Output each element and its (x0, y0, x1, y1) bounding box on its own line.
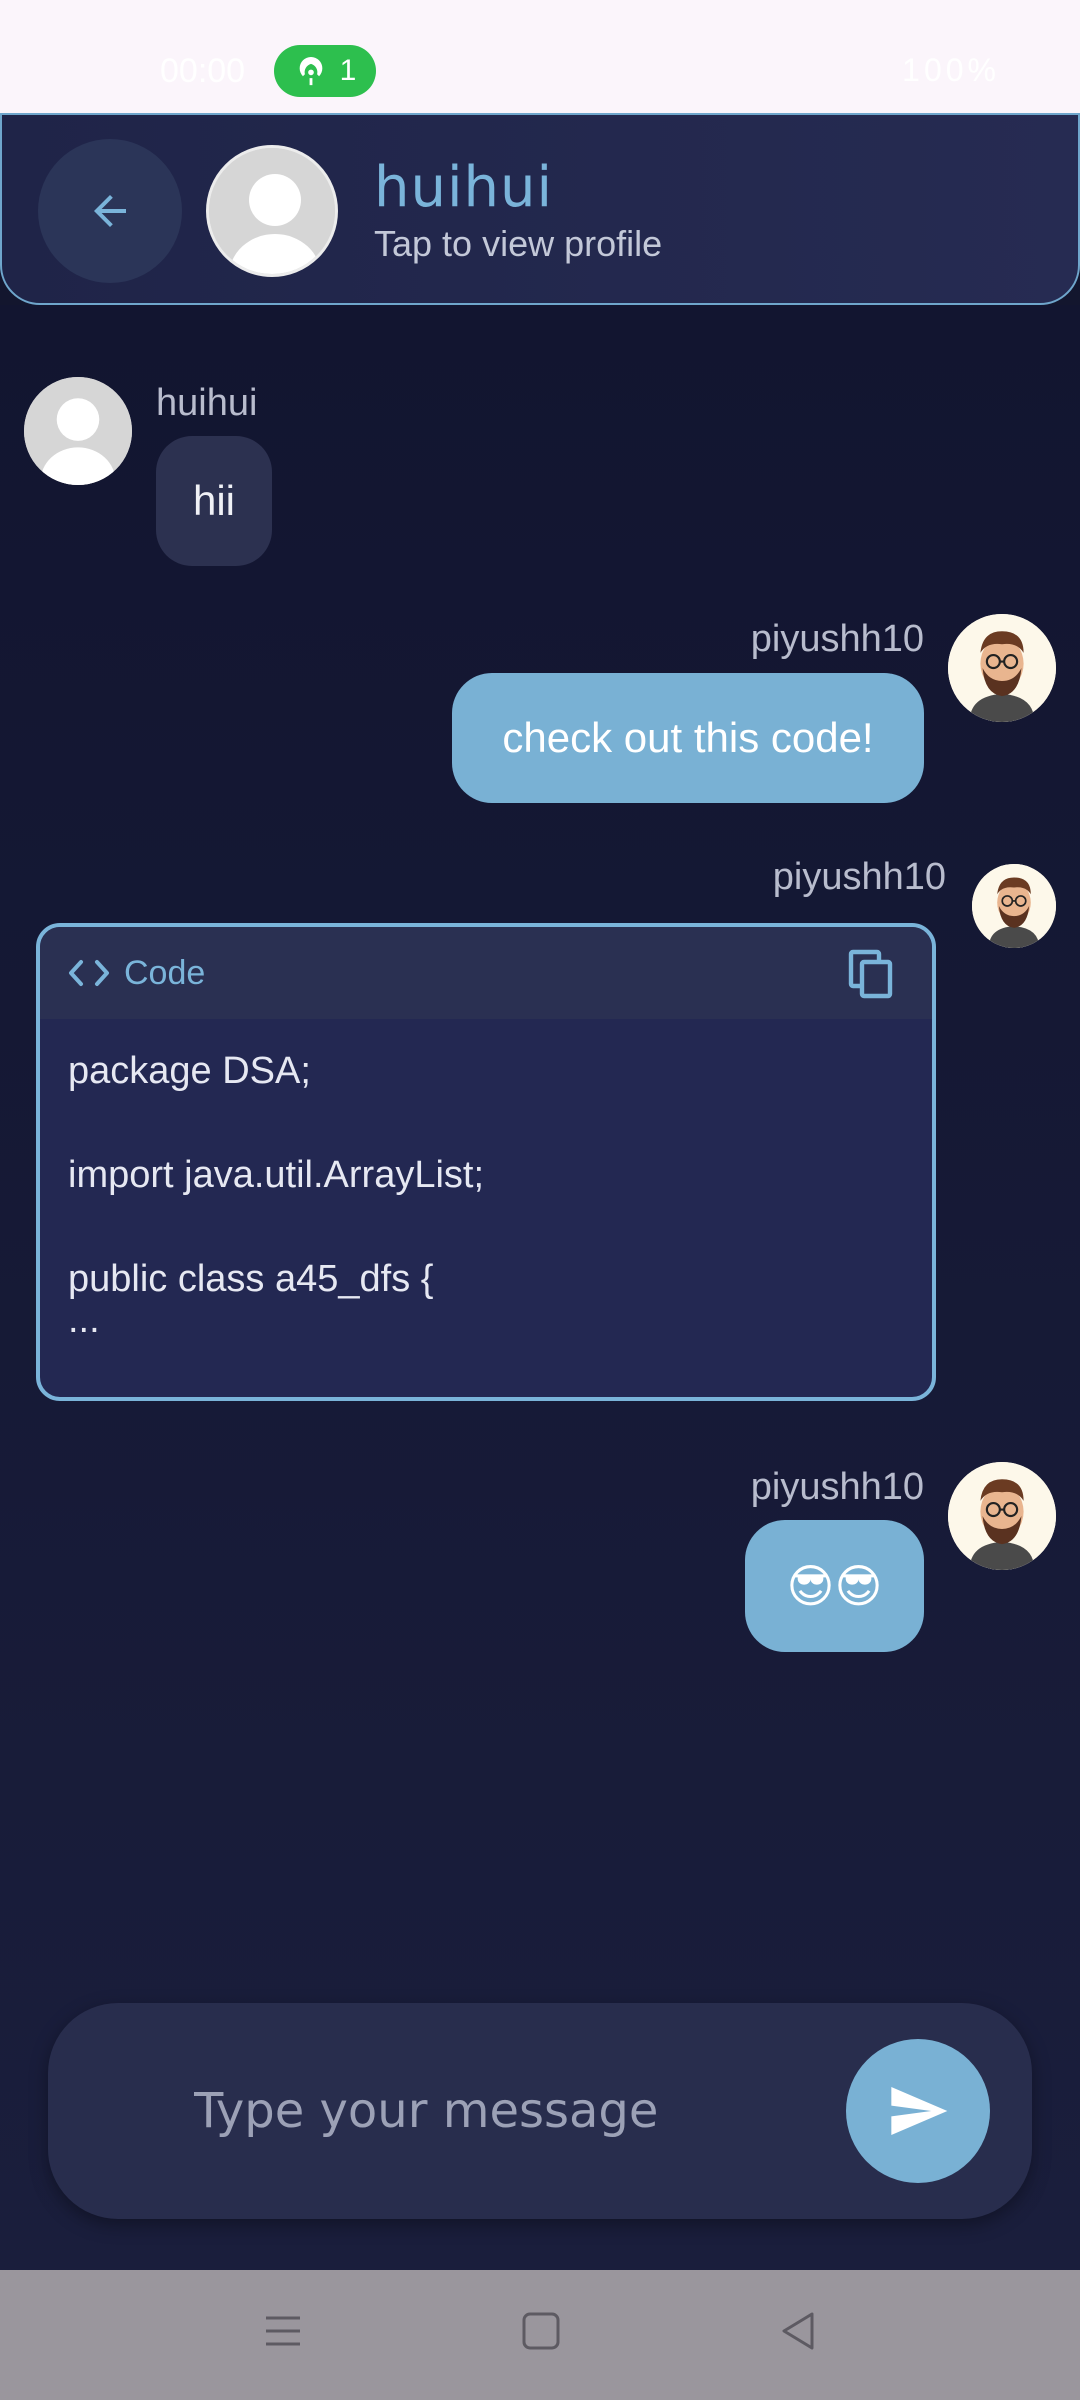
sender-avatar[interactable] (948, 1462, 1056, 1570)
status-time: 00:00 (160, 52, 246, 90)
hotspot-icon (299, 56, 322, 86)
contact-name[interactable]: huihui (374, 155, 553, 220)
home-icon[interactable] (520, 2310, 562, 2352)
send-button[interactable] (846, 2039, 990, 2183)
message-bubble-outgoing[interactable]: 😎😎 (745, 1520, 924, 1652)
back-button[interactable] (38, 139, 182, 283)
view-profile-hint[interactable]: Tap to view profile (374, 223, 662, 265)
message-bubble-outgoing[interactable]: check out this code! (452, 673, 924, 803)
message-input[interactable] (110, 2051, 870, 2171)
back-triangle-icon[interactable] (778, 2310, 820, 2352)
message-bubble-incoming[interactable]: hii (156, 436, 272, 566)
code-line: ... (68, 1299, 100, 1341)
bearded-man-avatar-icon (972, 864, 1056, 948)
send-icon (891, 2087, 948, 2135)
status-bar: 00:00 1 100% (0, 0, 1080, 113)
sender-name: piyushh10 (750, 618, 924, 660)
status-battery: 100% (902, 52, 1000, 88)
code-line: public class a45_dfs { (68, 1258, 434, 1300)
sender-avatar[interactable] (948, 614, 1056, 722)
bearded-man-avatar-icon (948, 1462, 1056, 1570)
sender-name: piyushh10 (750, 1466, 924, 1508)
default-user-icon (209, 148, 335, 274)
system-icons: 100% (902, 52, 1000, 89)
message-composer (48, 2003, 1032, 2219)
sender-avatar[interactable] (972, 864, 1056, 948)
arrow-left-icon (94, 195, 126, 227)
code-line: package DSA; (68, 1050, 311, 1092)
code-label: Code (124, 953, 206, 992)
hotspot-indicator: 1 (274, 45, 376, 97)
code-line: import java.util.ArrayList; (68, 1154, 485, 1196)
sender-name: huihui (156, 382, 258, 424)
contact-avatar[interactable] (206, 145, 338, 277)
code-icon (69, 960, 109, 986)
code-header: Code (40, 927, 932, 1019)
code-content: package DSA; import java.util.ArrayList;… (40, 1019, 932, 1371)
code-snippet-card[interactable]: Code package DSA; import java.util.Array… (36, 923, 936, 1401)
default-user-icon (24, 377, 132, 485)
copy-icon[interactable] (848, 949, 896, 1001)
sender-avatar[interactable] (24, 377, 132, 485)
bearded-man-avatar-icon (948, 614, 1056, 722)
chat-header: huihui Tap to view profile (0, 113, 1080, 305)
menu-icon[interactable] (262, 2310, 304, 2352)
system-navigation-bar (0, 2270, 1080, 2400)
hotspot-count: 1 (339, 54, 357, 87)
sender-name: piyushh10 (772, 856, 946, 898)
